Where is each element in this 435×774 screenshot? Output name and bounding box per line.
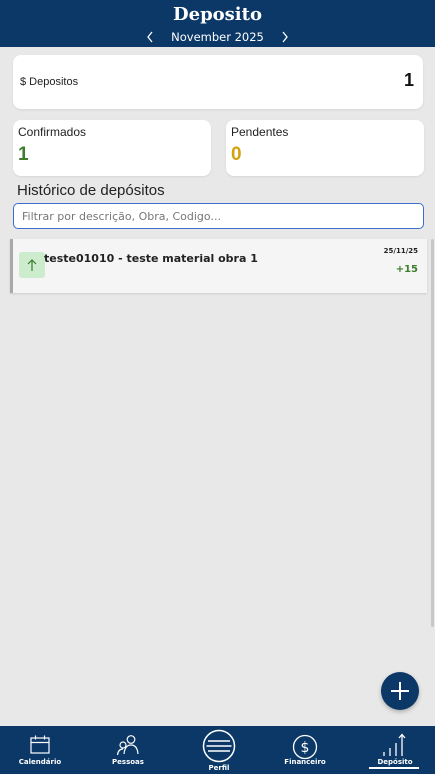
pending-card: Pendentes 0 — [226, 120, 424, 176]
app-header: Deposito November 2025 — [0, 0, 435, 47]
nav-label-financeiro: Financeiro — [284, 758, 326, 766]
nav-item-perfil[interactable]: Perfil — [179, 726, 259, 774]
active-tab-indicator — [369, 767, 419, 769]
list-item[interactable]: teste01010 - teste material obra 1 25/11… — [10, 239, 427, 293]
nav-label-pessoas: Pessoas — [112, 758, 144, 766]
total-deposits-card: $ Depositos 1 — [13, 55, 423, 109]
current-month: November 2025 — [171, 30, 264, 44]
nav-item-calendario[interactable]: Calendário — [0, 726, 80, 774]
add-deposit-button[interactable] — [381, 672, 419, 710]
people-icon — [116, 735, 139, 756]
nav-item-financeiro[interactable]: $ Financeiro — [265, 726, 345, 774]
confirmed-card: Confirmados 1 — [13, 120, 211, 176]
total-deposits-label: $ Depositos — [20, 76, 79, 88]
deposit-amount: +15 — [395, 264, 418, 275]
bottom-navigation: Calendário Pessoas Perfil $ Financeiro D… — [0, 726, 435, 774]
arrow-up-icon — [19, 252, 45, 278]
confirmed-label: Confirmados — [18, 125, 87, 139]
menu-icon — [202, 729, 236, 763]
plus-icon — [391, 682, 409, 700]
scrollbar[interactable] — [431, 239, 434, 627]
deposit-date: 25/11/25 — [383, 247, 418, 255]
pending-value: 0 — [231, 144, 242, 165]
signal-bars-icon — [383, 733, 406, 756]
nav-item-pessoas[interactable]: Pessoas — [88, 726, 168, 774]
chevron-left-icon[interactable] — [141, 29, 159, 45]
pending-label: Pendentes — [231, 125, 289, 139]
page-title: Deposito — [173, 4, 262, 25]
filter-input[interactable] — [13, 203, 424, 229]
deposit-description: teste01010 - teste material obra 1 — [44, 252, 258, 265]
chevron-right-icon[interactable] — [276, 29, 294, 45]
svg-text:$: $ — [301, 740, 310, 756]
nav-label-perfil: Perfil — [208, 764, 230, 772]
calendar-icon — [30, 735, 50, 754]
history-title: Histórico de depósitos — [17, 182, 165, 199]
confirmed-value: 1 — [18, 144, 29, 165]
nav-label-deposito: Depósito — [377, 758, 413, 766]
dollar-icon: $ — [292, 734, 318, 760]
total-deposits-value: 1 — [403, 70, 414, 90]
nav-label-calendario: Calendário — [18, 758, 62, 766]
month-navigator: November 2025 — [0, 29, 435, 45]
